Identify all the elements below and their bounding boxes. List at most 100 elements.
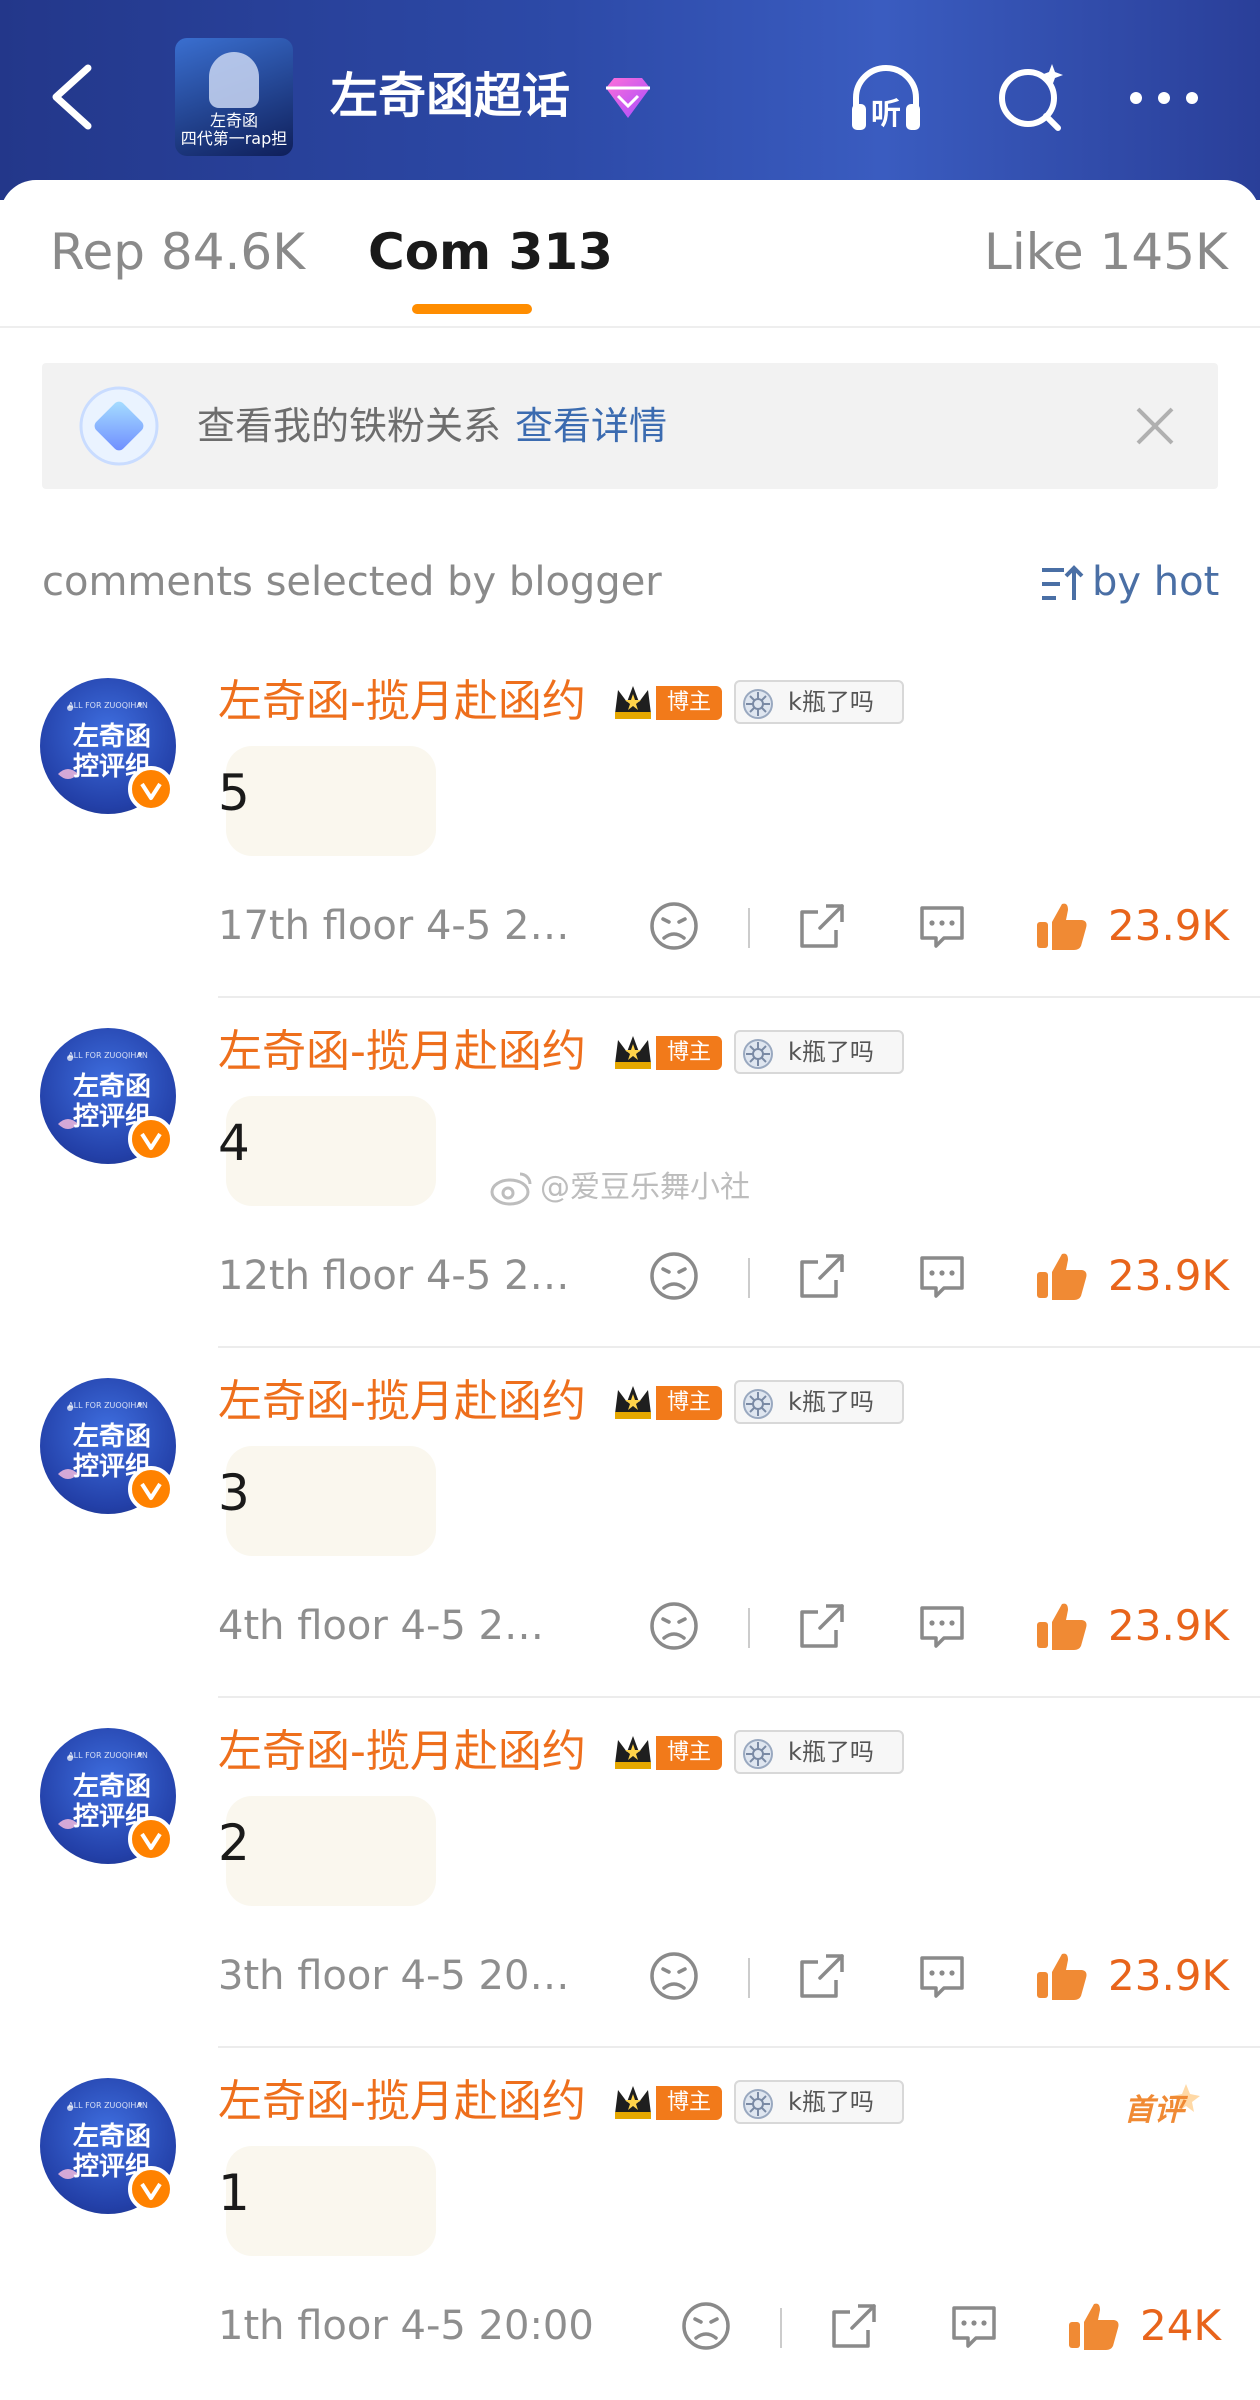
like-count: 23.9K (1108, 901, 1230, 950)
banner-detail-link[interactable]: 查看详情 (515, 404, 667, 448)
first-comment-badge: 首评 (1124, 2084, 1200, 2128)
fan-badge[interactable]: k瓶了吗 (734, 1030, 904, 1074)
comment-meta: 4th floor 4-5 2… (218, 1603, 544, 1649)
fan-badge-label: k瓶了吗 (788, 688, 874, 716)
blogger-tag: 博主 (656, 1036, 722, 1070)
share-icon[interactable] (796, 1600, 848, 1652)
share-icon[interactable] (796, 1950, 848, 2002)
verified-badge-icon (128, 1116, 174, 1162)
fan-relation-banner[interactable]: 查看我的铁粉关系 查看详情 (42, 363, 1218, 489)
reply-bubble-icon[interactable] (916, 900, 968, 952)
comment-row[interactable]: ALL FOR ZUOQIHAN 左奇函 控评组 左奇函-揽月赴函约 博主 k瓶… (0, 1700, 1260, 2050)
action-divider (780, 2308, 782, 2348)
comment-text: 2 (218, 1814, 250, 1872)
action-divider (748, 1958, 750, 1998)
cover-caption-line1: 左奇函 (209, 111, 258, 130)
reply-bubble-icon[interactable] (948, 2300, 1000, 2352)
dislike-face-icon[interactable] (680, 2300, 732, 2352)
dislike-face-icon[interactable] (648, 1250, 700, 1302)
fan-badge-label: k瓶了吗 (788, 1388, 874, 1416)
comment-text: 1 (218, 2164, 250, 2222)
search-icon[interactable] (992, 58, 1072, 138)
svg-text:ALL FOR ZUOQIHAN: ALL FOR ZUOQIHAN (68, 1751, 148, 1760)
flower-badge-icon (743, 2089, 773, 2119)
crown-icon (615, 1386, 651, 1419)
action-divider (748, 1608, 750, 1648)
comment-text: 4 (218, 1114, 250, 1172)
crown-icon (615, 686, 651, 719)
cover-caption: 左奇函 四代第一rap担 (175, 112, 293, 148)
fan-badge[interactable]: k瓶了吗 (734, 1380, 904, 1424)
fan-badge-label: k瓶了吗 (788, 1738, 874, 1766)
comment-row[interactable]: ALL FOR ZUOQIHAN 左奇函 控评组 左奇函-揽月赴函约 博主 k瓶… (0, 650, 1260, 1000)
comment-username[interactable]: 左奇函-揽月赴函约 (218, 672, 586, 732)
comment-username[interactable]: 左奇函-揽月赴函约 (218, 1022, 586, 1082)
thumbs-up-icon (1037, 1603, 1087, 1650)
reply-bubble-icon[interactable] (916, 1950, 968, 2002)
thumbs-up-icon (1069, 2303, 1119, 2350)
row-separator (218, 996, 1260, 998)
diamond-icon (606, 78, 650, 118)
fan-badge[interactable]: k瓶了吗 (734, 680, 904, 724)
fan-badge-label: k瓶了吗 (788, 1038, 874, 1066)
supertopic-cover[interactable]: 左奇函 四代第一rap担 (175, 38, 293, 156)
row-separator (218, 1346, 1260, 1348)
crown-icon (615, 2086, 651, 2119)
blurred-emoji (226, 1096, 436, 1206)
page-title[interactable]: 左奇函超话 (330, 66, 570, 126)
dislike-face-icon[interactable] (648, 1600, 700, 1652)
comment-meta: 3th floor 4-5 20… (218, 1953, 570, 1999)
banner-text: 查看我的铁粉关系 查看详情 (197, 399, 667, 453)
comment-username[interactable]: 左奇函-揽月赴函约 (218, 1372, 586, 1432)
dislike-face-icon[interactable] (648, 1950, 700, 2002)
close-icon[interactable] (1132, 403, 1178, 449)
cover-figure (209, 52, 259, 108)
reply-bubble-icon[interactable] (916, 1600, 968, 1652)
share-icon[interactable] (828, 2300, 880, 2352)
blogger-tag: 博主 (656, 1736, 722, 1770)
flower-badge-icon (743, 1039, 773, 1069)
blogger-crown-badge: 博主 (612, 680, 722, 722)
sort-label: by hot (1092, 559, 1220, 605)
comment-text: 5 (218, 764, 250, 822)
fan-badge[interactable]: k瓶了吗 (734, 1730, 904, 1774)
crown-icon (615, 1736, 651, 1769)
verified-badge-icon (128, 766, 174, 812)
share-icon[interactable] (796, 1250, 848, 1302)
more-icon[interactable] (1124, 58, 1204, 138)
weibo-logo-icon (490, 1172, 532, 1206)
tab-likes[interactable]: Like 145K (984, 220, 1228, 284)
fan-diamond-icon (79, 386, 159, 466)
svg-text:ALL FOR ZUOQIHAN: ALL FOR ZUOQIHAN (68, 1401, 148, 1410)
comment-meta: 1th floor 4-5 20:00 (218, 2303, 594, 2349)
comment-username[interactable]: 左奇函-揽月赴函约 (218, 1722, 586, 1782)
listen-label: 听 (871, 97, 901, 132)
comment-row[interactable]: ALL FOR ZUOQIHAN 左奇函 控评组 左奇函-揽月赴函约 博主 k瓶… (0, 1350, 1260, 1700)
verified-badge-icon (128, 2166, 174, 2212)
listen-headphone-icon[interactable]: 听 (846, 58, 926, 138)
blogger-tag: 博主 (656, 1386, 722, 1420)
blogger-crown-badge: 博主 (612, 2080, 722, 2122)
reply-bubble-icon[interactable] (916, 1250, 968, 1302)
fan-badge-label: k瓶了吗 (788, 2088, 874, 2116)
tab-bar: Rep 84.6K Com 313 Like 145K (0, 180, 1260, 328)
row-separator (218, 2046, 1260, 2048)
svg-text:ALL FOR ZUOQIHAN: ALL FOR ZUOQIHAN (68, 2101, 148, 2110)
section-label: comments selected by blogger (42, 559, 662, 605)
fan-badge[interactable]: k瓶了吗 (734, 2080, 904, 2124)
dislike-face-icon[interactable] (648, 900, 700, 952)
back-arrow-icon[interactable] (44, 62, 104, 132)
share-icon[interactable] (796, 900, 848, 952)
thumbs-up-icon (1037, 1253, 1087, 1300)
action-divider (748, 908, 750, 948)
blogger-tag: 博主 (656, 686, 722, 720)
comment-row[interactable]: ALL FOR ZUOQIHAN 左奇函 控评组 左奇函-揽月赴函约 博主 k瓶… (0, 2050, 1260, 2400)
blogger-crown-badge: 博主 (612, 1730, 722, 1772)
blogger-tag: 博主 (656, 2086, 722, 2120)
action-divider (748, 1258, 750, 1298)
blurred-emoji (226, 2146, 436, 2256)
tab-comments[interactable]: Com 313 (368, 220, 613, 284)
comment-meta: 17th floor 4-5 2… (218, 903, 570, 949)
comment-username[interactable]: 左奇函-揽月赴函约 (218, 2072, 586, 2132)
tab-reposts[interactable]: Rep 84.6K (50, 220, 305, 284)
